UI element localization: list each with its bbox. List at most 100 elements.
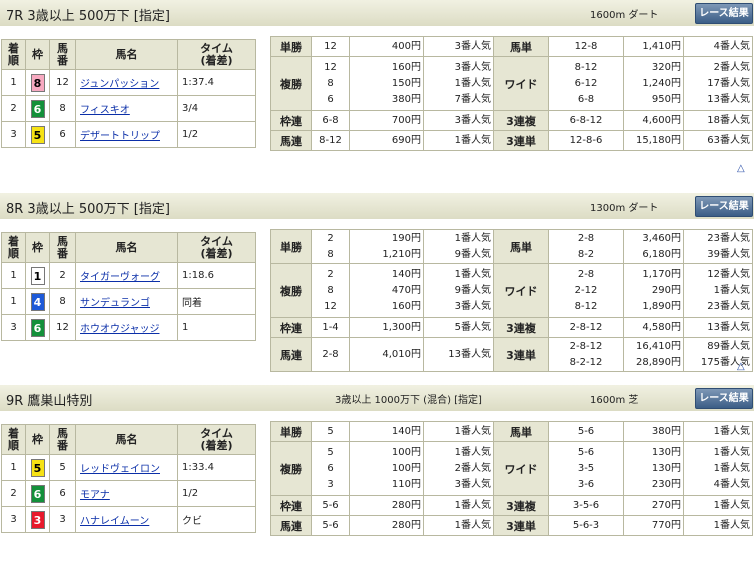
popularity: 12番人気 [707, 268, 750, 280]
payout-amount: 4,580円 [642, 321, 681, 333]
payout-amount: 230円 [651, 478, 681, 490]
race-header: 8R 3歳以上 500万下 [指定] 1300m ダート レース結果 [0, 193, 754, 219]
header-frame: 枠 [25, 424, 50, 455]
race-result-button[interactable]: レース結果 [695, 3, 753, 24]
bet-type-umaren: 馬連 [270, 337, 312, 372]
result-row: 3 3 3 ハナレイムーン クビ [1, 506, 256, 533]
bet-payout: 16,410円 28,890円 [623, 337, 684, 372]
bet-number: 8 [327, 248, 334, 260]
bet-popularity: 1番人気 [423, 515, 494, 536]
up-triangle-icon[interactable]: △ [737, 163, 745, 174]
bet-type-fukusho: 複勝 [270, 441, 312, 496]
header-rank: 着 順 [1, 39, 26, 70]
popularity: 3番人気 [454, 478, 491, 490]
bet-type-umatan: 馬単 [493, 229, 549, 264]
horse-name-cell: レッドヴェイロン [75, 454, 178, 481]
payout-amount: 320円 [651, 61, 681, 73]
horse-name-link[interactable]: タイガーヴォーグ [80, 272, 160, 283]
bet-payout: 400円 [349, 36, 424, 57]
popularity: 1番人気 [454, 268, 491, 280]
horse-name-link[interactable]: モアナ [80, 490, 110, 501]
horse-name-link[interactable]: ジュンパッション [80, 79, 159, 90]
bet-popularity: 1番人気 9番人気 3番人気 [423, 263, 494, 318]
bet-popularity: 1番人気 [683, 421, 753, 442]
horse-name-link[interactable]: デザートトリップ [80, 131, 160, 142]
up-triangle-icon[interactable]: △ [737, 361, 745, 372]
payout-row: 複勝 5 6 3 100円 100円 110円 1番人気 2番人気 3番人気 ワイド 5-6 3-5 3-… [270, 441, 753, 496]
result-row: 3 6 12 ホウオウジャッジ 1 [1, 314, 256, 341]
bet-type-wakuren: 枠連 [270, 110, 312, 131]
bet-type-wide: ワイド [493, 263, 549, 318]
bet-numbers: 5-6 [311, 495, 350, 516]
bet-number: 6-8 [577, 93, 595, 105]
bet-payout: 160円 150円 380円 [349, 56, 424, 111]
payout-amount: 470円 [391, 284, 421, 296]
race-result-button[interactable]: レース結果 [695, 196, 753, 217]
popularity: 1番人気 [454, 446, 491, 458]
bet-number: 2-8-12 [569, 340, 603, 352]
horse-name-link[interactable]: ハナレイムーン [80, 516, 149, 527]
payout-amount: 770円 [651, 519, 681, 531]
bet-popularity: 23番人気 39番人気 [683, 229, 753, 264]
popularity: 1番人気 [713, 519, 750, 531]
payout-amount: 160円 [391, 61, 421, 73]
horse-number-cell: 12 [49, 314, 76, 341]
frame-badge: 1 [30, 266, 45, 285]
popularity: 3番人気 [454, 61, 491, 73]
bet-number: 6 [327, 93, 334, 105]
popularity: 2番人気 [454, 462, 491, 474]
frame-cell: 5 [25, 121, 50, 148]
payout-amount: 270円 [651, 499, 681, 511]
bet-popularity: 1番人気 1番人気 4番人気 [683, 441, 753, 496]
bet-popularity: 1番人気 2番人気 3番人気 [423, 441, 494, 496]
payout-table: 単勝 5 140円 1番人気 馬単 5-6 380円 1番人気 複勝 5 6 3 100円 100円 110… [270, 421, 753, 536]
bet-type-tansho: 単勝 [270, 229, 312, 264]
bet-numbers: 5 [311, 421, 350, 442]
popularity: 63番人気 [707, 134, 750, 146]
race-header: 9R 鷹巣山特別 3歳以上 1000万下 (混合) [指定] 1600m 芝 レース結… [0, 385, 754, 411]
payout-table: 単勝 2 8 190円 1,210円 1番人気 9番人気 馬単 2-8 8-2 3,460円 6,18… [270, 229, 753, 372]
bet-popularity: 1番人気 [683, 515, 753, 536]
bet-number: 5-6-3 [572, 519, 600, 531]
horse-name-link[interactable]: サンデュランゴ [80, 298, 150, 309]
frame-badge: 8 [30, 73, 45, 92]
frame-cell: 1 [25, 262, 50, 289]
horse-name-link[interactable]: レッドヴェイロン [80, 464, 160, 475]
popularity: 13番人気 [707, 321, 750, 333]
popularity: 7番人気 [454, 93, 491, 105]
bet-number: 12 [324, 40, 337, 52]
horse-number-cell: 8 [49, 288, 76, 315]
popularity: 3番人気 [454, 40, 491, 52]
popularity: 4番人気 [713, 40, 750, 52]
bet-numbers: 5-6 3-5 3-6 [548, 441, 624, 496]
header-num: 馬 番 [49, 39, 76, 70]
bet-number: 3-5-6 [572, 499, 600, 511]
bet-number: 8-2-12 [569, 356, 603, 368]
bet-number: 6-8-12 [569, 114, 603, 126]
popularity: 1番人気 [454, 425, 491, 437]
result-row: 1 4 8 サンデュランゴ 同着 [1, 288, 256, 315]
time-cell: 1/2 [177, 121, 256, 148]
bet-popularity: 13番人気 [683, 317, 753, 338]
bet-number: 12 [324, 300, 337, 312]
popularity: 17番人気 [707, 77, 750, 89]
bet-number: 2 [327, 268, 334, 280]
bet-numbers: 2-8 8-2 [548, 229, 624, 264]
result-header-row: 着 順枠馬 番馬名 タイム (着差) [1, 424, 256, 455]
popularity: 2番人気 [713, 61, 750, 73]
header-frame: 枠 [25, 232, 50, 263]
popularity: 39番人気 [707, 248, 750, 260]
bet-number: 5 [327, 425, 334, 437]
bet-payout: 1,170円 290円 1,890円 [623, 263, 684, 318]
payout-amount: 400円 [391, 40, 421, 52]
result-header-row: 着 順枠馬 番馬名 タイム (着差) [1, 232, 256, 263]
horse-name-link[interactable]: ホウオウジャッジ [80, 324, 160, 335]
popularity: 3番人気 [454, 300, 491, 312]
payout-amount: 290円 [651, 284, 681, 296]
header-horse: 馬名 [75, 232, 178, 263]
horse-name-link[interactable]: フィスキオ [80, 105, 130, 116]
bet-popularity: 3番人気 1番人気 7番人気 [423, 56, 494, 111]
race-result-button[interactable]: レース結果 [695, 388, 753, 409]
popularity: 89番人気 [707, 340, 750, 352]
popularity: 1番人気 [713, 425, 750, 437]
